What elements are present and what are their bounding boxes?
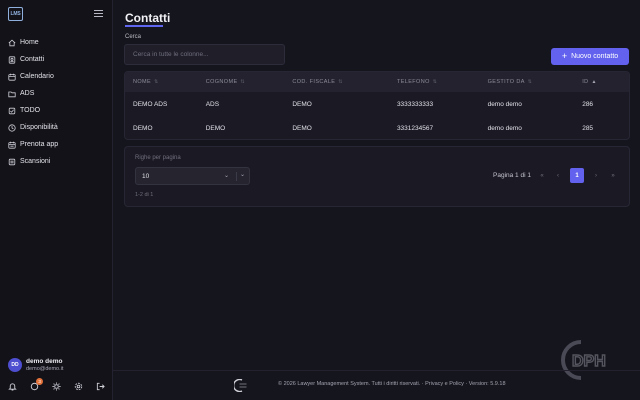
column-header-nome[interactable]: NOME ⇅ [125, 79, 206, 85]
sidebar-item-calendario[interactable]: Calendario [0, 68, 113, 85]
sidebar-item-disponibilita[interactable]: Disponibilità [0, 119, 113, 136]
new-contact-label: Nuovo contatto [571, 53, 619, 60]
footer-text[interactable]: © 2026 Lawyer Management System. Tutti i… [278, 381, 506, 387]
search-label: Cerca [125, 34, 142, 40]
gear-icon [74, 382, 82, 390]
pagination-panel: Righe per pagina 10 ⌄ ⌄ 1-2 di 1 Pagina … [124, 146, 630, 207]
chevron-down-icon: ⌄ [223, 173, 229, 179]
settings-button[interactable] [74, 382, 83, 391]
cell-id: 286 [582, 100, 594, 108]
contacts-table: NOME ⇅ COGNOME ⇅ COD. FISCALE ⇅ TELEFONO ⇅ G… [124, 71, 630, 140]
footer: © 2026 Lawyer Management System. Tutti i… [113, 370, 640, 400]
cell-gestito-da: demo demo [487, 124, 522, 132]
cell-nome: DEMO ADS [133, 100, 168, 108]
page-title: Contatti [125, 11, 171, 25]
first-page-button[interactable]: « [535, 168, 549, 183]
sort-asc-icon: ▲ [591, 79, 597, 85]
select-divider [236, 172, 237, 181]
theme-toggle-button[interactable] [52, 381, 61, 391]
new-contact-button[interactable]: + Nuovo contatto [551, 48, 629, 65]
sidebar-footer-actions: 3 [0, 377, 113, 394]
cell-gestito-da: demo demo [487, 100, 522, 108]
sidebar-item-label: Contatti [20, 56, 45, 63]
column-header-gestito-da[interactable]: GESTITO DA ⇅ [488, 79, 583, 85]
menu-toggle-icon[interactable] [94, 10, 103, 18]
column-header-cognome[interactable]: COGNOME ⇅ [206, 79, 293, 85]
sidebar-item-todo[interactable]: TODO [0, 102, 113, 119]
folder-icon [8, 91, 16, 97]
bell-icon [8, 382, 18, 391]
rows-per-page-label: Righe per pagina [135, 155, 181, 161]
sun-icon [52, 381, 61, 391]
main-content: Contatti Cerca + Nuovo contatto NOME⇅ CO… [113, 0, 640, 400]
page-1-button[interactable]: 1 [570, 168, 584, 183]
rows-per-page-select[interactable]: 10 ⌄ ⌄ [135, 167, 250, 185]
cell-cognome: ADS [205, 100, 220, 108]
table-header: NOME ⇅ COGNOME ⇅ COD. FISCALE ⇅ TELEFONO ⇅ G… [125, 72, 629, 92]
sort-icon: ⇅ [432, 79, 438, 85]
rows-per-page-value: 10 [142, 172, 150, 180]
sidebar: LMS Home Contatti Calendario ADS TODO Di… [0, 0, 113, 400]
last-page-button[interactable]: » [606, 168, 620, 183]
cell-cod-fiscale: DEMO [292, 100, 312, 108]
sidebar-item-label: TODO [20, 107, 41, 114]
notifications-button[interactable] [8, 382, 18, 391]
user-name: demo demo [26, 358, 63, 365]
plus-icon: + [561, 51, 568, 61]
sidebar-item-label: Prenota app [20, 141, 59, 148]
cell-id: 285 [582, 124, 594, 132]
dropdown-icon: ⌄ [239, 172, 245, 178]
sidebar-item-label: Calendario [20, 73, 54, 80]
table-row[interactable]: DEMO DEMO DEMO 3331234567 demo demo 285 [125, 116, 629, 139]
row-range-text: 1-2 di 1 [135, 192, 154, 198]
sidebar-item-label: Home [20, 39, 39, 46]
scan-icon [8, 158, 16, 165]
table-row[interactable]: DEMO ADS ADS DEMO 3333333333 demo demo 2… [125, 92, 629, 116]
cell-cod-fiscale: DEMO [292, 124, 312, 132]
sidebar-item-label: Disponibilità [20, 124, 58, 131]
sort-icon: ⇅ [527, 79, 533, 85]
sort-icon: ⇅ [154, 79, 159, 85]
booking-icon [8, 141, 16, 149]
column-header-cod-fiscale[interactable]: COD. FISCALE ⇅ [292, 79, 397, 85]
user-profile[interactable]: DD demo demo demo@demo.it [8, 358, 63, 372]
sort-icon: ⇅ [240, 79, 246, 85]
sidebar-item-contatti[interactable]: Contatti [0, 51, 113, 68]
checkbox-icon [8, 107, 16, 114]
app-logo[interactable]: LMS [8, 7, 23, 21]
avatar: DD [8, 358, 22, 372]
home-icon [8, 39, 16, 46]
cell-telefono: 3331234567 [396, 124, 434, 132]
page-info: Pagina 1 di 1 [493, 172, 531, 179]
cell-cognome: DEMO [205, 124, 226, 132]
user-email: demo@demo.it [26, 366, 64, 372]
calendar-icon [8, 73, 16, 81]
title-underline [125, 25, 163, 27]
logout-button[interactable] [96, 382, 105, 391]
prev-page-button[interactable]: ‹ [551, 168, 565, 183]
cell-telefono: 3333333333 [396, 100, 434, 108]
sort-icon: ⇅ [338, 79, 343, 85]
sidebar-item-label: Scansioni [20, 158, 51, 165]
contacts-icon [8, 55, 16, 64]
sidebar-item-scansioni[interactable]: Scansioni [0, 153, 113, 170]
cell-nome: DEMO [133, 124, 153, 132]
clock-icon [8, 123, 16, 132]
sidebar-nav: Home Contatti Calendario ADS TODO Dispon… [0, 34, 113, 170]
footer-logo [234, 379, 247, 392]
sidebar-item-prenota-app[interactable]: Prenota app [0, 136, 113, 153]
search-input[interactable] [124, 44, 285, 65]
sidebar-item-ads[interactable]: ADS [0, 85, 113, 102]
svg-text:DPH: DPH [572, 353, 606, 370]
sidebar-item-label: ADS [20, 90, 35, 97]
column-header-id[interactable]: ID ▲ [582, 79, 629, 85]
next-page-button[interactable]: › [589, 168, 603, 183]
sidebar-item-home[interactable]: Home [0, 34, 113, 51]
messages-button[interactable]: 3 [30, 377, 44, 391]
column-header-telefono[interactable]: TELEFONO ⇅ [397, 79, 488, 85]
logout-icon [96, 382, 105, 390]
notification-badge: 3 [36, 377, 44, 385]
